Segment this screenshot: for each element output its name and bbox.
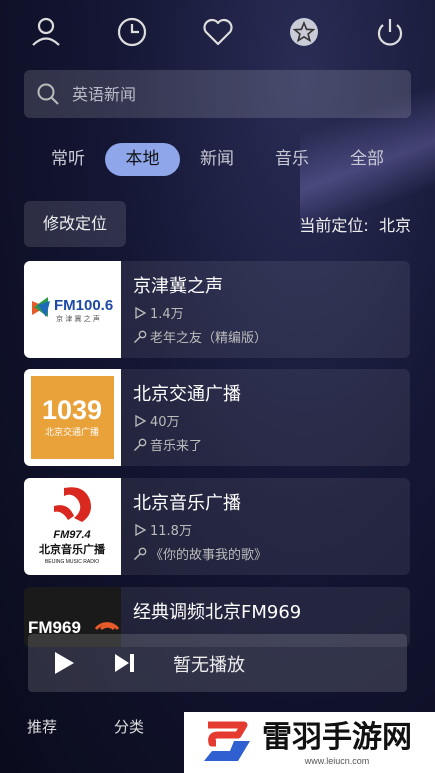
station-logo: FM100.6 京 津 冀 之 声 (24, 261, 121, 358)
nav-recommend[interactable]: 推荐 (27, 716, 57, 737)
watermark-logo (204, 721, 250, 761)
search-bar[interactable] (24, 70, 411, 118)
player-bar: 暂无播放 (28, 634, 407, 692)
logo-subtext: 京 津 冀 之 声 (56, 314, 100, 323)
listener-count: 1.4万 (150, 307, 184, 322)
power-icon[interactable] (370, 12, 410, 52)
watermark-url: www.leiucn.com (304, 755, 370, 766)
microphone-icon (133, 438, 147, 451)
logo-text: 1039 (42, 395, 102, 425)
tab-all[interactable]: 全部 (341, 143, 393, 176)
tab-music[interactable]: 音乐 (266, 143, 318, 176)
logo-subtext: 北京交通广播 (45, 426, 99, 438)
play-count-icon (135, 306, 147, 319)
station-title: 京津冀之声 (133, 276, 223, 297)
program-name: 老年之友（精编版） (150, 331, 268, 346)
category-tabs: 常听 本地 新闻 音乐 全部 (0, 143, 435, 177)
station-title: 北京音乐广播 (133, 493, 241, 514)
station-program: 音乐来了 (133, 435, 202, 454)
nav-category[interactable]: 分类 (114, 716, 144, 737)
program-name: 《你的故事我的歌》 (150, 548, 268, 563)
logo-text: FM97.4 (53, 529, 90, 541)
logo-text: FM100.6 (54, 297, 113, 314)
station-card[interactable]: 1039 北京交通广播 北京交通广播 40万 音乐来了 (24, 369, 410, 466)
top-icon-bar (0, 12, 435, 52)
play-count-icon (135, 414, 147, 427)
star-icon[interactable] (284, 12, 324, 52)
play-icon[interactable] (52, 651, 76, 675)
logo-subtext: 北京音乐广播 (39, 542, 106, 556)
microphone-icon (133, 330, 147, 343)
logo-subtext-en: BEIJING MUSIC RADIO (45, 559, 99, 565)
station-title: 北京交通广播 (133, 384, 241, 405)
watermark: 雷羽手游网 www.leiucn.com (184, 712, 435, 773)
clock-icon[interactable] (112, 12, 152, 52)
tab-frequent[interactable]: 常听 (42, 143, 94, 176)
search-input[interactable] (70, 83, 374, 105)
listener-count: 40万 (150, 415, 180, 430)
tab-local[interactable]: 本地 (105, 143, 180, 176)
microphone-icon (133, 547, 147, 560)
station-program: 老年之友（精编版） (133, 327, 267, 346)
program-name: 音乐来了 (150, 439, 203, 454)
station-listeners: 11.8万 (133, 520, 192, 539)
search-icon (37, 83, 59, 105)
player-status: 暂无播放 (173, 655, 245, 676)
tab-news[interactable]: 新闻 (191, 143, 243, 176)
user-icon[interactable] (26, 12, 66, 52)
station-program: 《你的故事我的歌》 (133, 544, 267, 563)
station-listeners: 40万 (133, 411, 180, 430)
station-title: 经典调频北京FM969 (133, 602, 302, 623)
next-icon[interactable] (114, 653, 136, 673)
station-card[interactable]: FM97.4 北京音乐广播 BEIJING MUSIC RADIO 北京音乐广播… (24, 478, 410, 575)
station-logo: FM97.4 北京音乐广播 BEIJING MUSIC RADIO (24, 478, 121, 575)
station-card[interactable]: FM100.6 京 津 冀 之 声 京津冀之声 1.4万 老年之友（精编版） (24, 261, 410, 358)
current-location-label: 当前定位: (299, 216, 369, 235)
current-location-value: 北京 (378, 216, 411, 235)
watermark-text: 雷羽手游网 (262, 719, 412, 755)
station-logo: 1039 北京交通广播 (24, 369, 121, 466)
listener-count: 11.8万 (150, 524, 192, 539)
current-location: 当前定位: 北京 (299, 212, 411, 236)
change-location-button[interactable]: 修改定位 (24, 201, 126, 247)
play-count-icon (135, 523, 147, 536)
heart-icon[interactable] (198, 12, 238, 52)
station-listeners: 1.4万 (133, 303, 184, 322)
